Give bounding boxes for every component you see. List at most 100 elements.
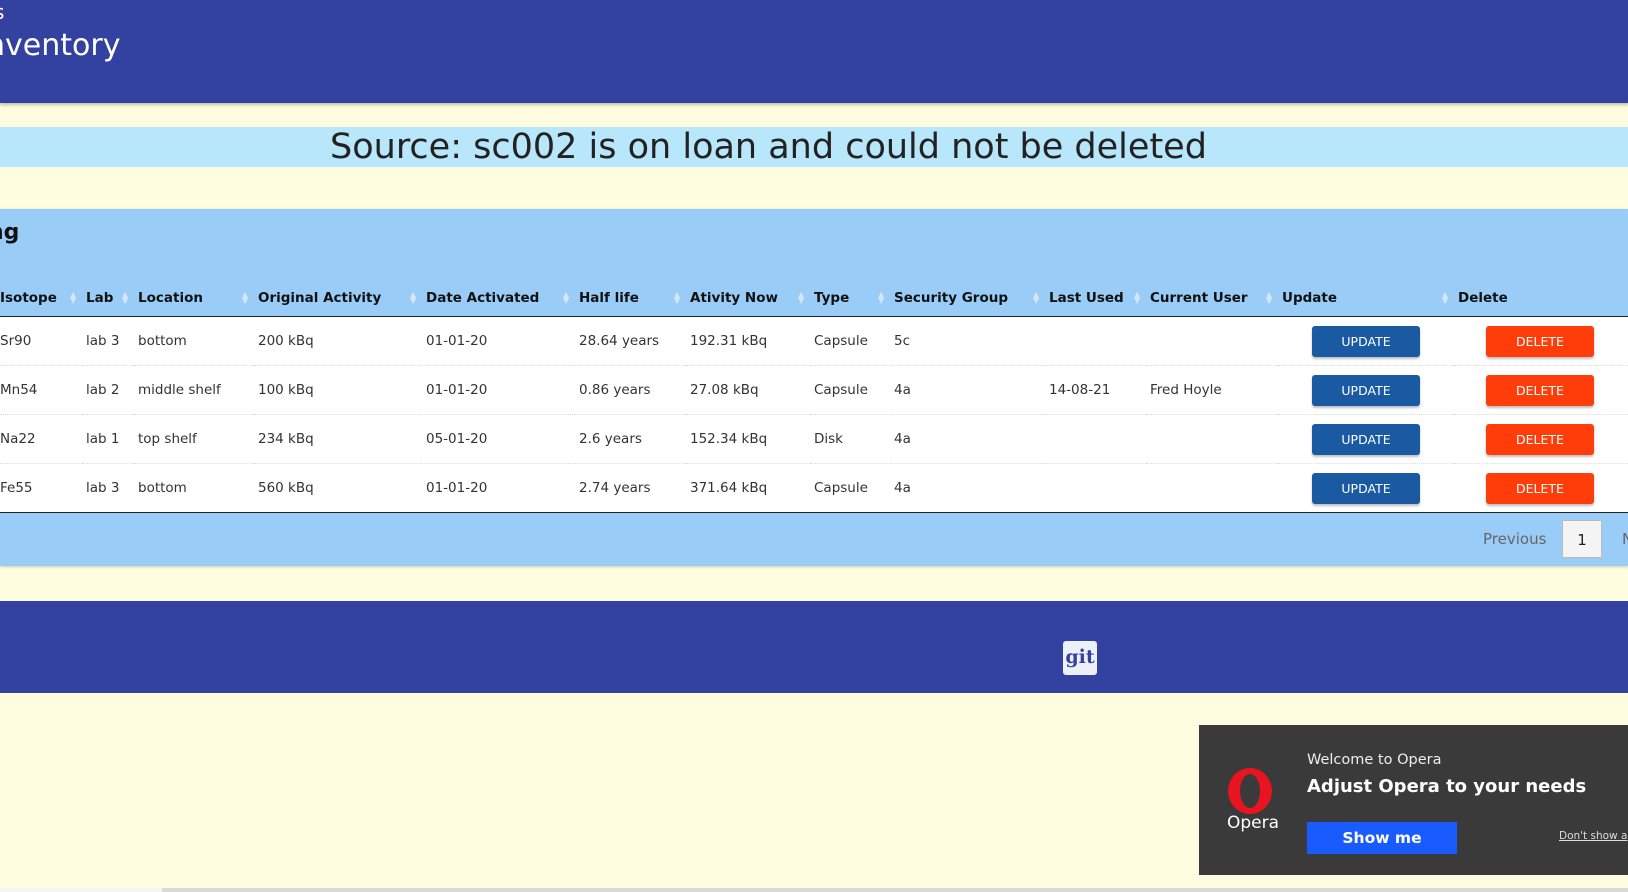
pagination-page-1[interactable]: 1: [1562, 520, 1602, 558]
cell-current-user: Fred Hoyle: [1146, 365, 1278, 415]
cell-update: UPDATE: [1278, 316, 1454, 366]
delete-button[interactable]: DELETE: [1486, 374, 1594, 406]
sort-icon: ▲ ▼: [410, 290, 417, 305]
cell-last-used: [1045, 414, 1146, 464]
cell-isotope: Fe55: [0, 463, 82, 513]
app-footer: git: [0, 601, 1628, 693]
column-header-isotope[interactable]: Isotope ▲ ▼: [0, 280, 82, 317]
git-link[interactable]: git: [1063, 641, 1097, 675]
opera-logo-icon: [1228, 768, 1272, 814]
cell-half-life: 0.86 years: [575, 365, 686, 415]
horizontal-scrollbar[interactable]: [0, 888, 1628, 892]
cell-isotope: Na22: [0, 414, 82, 464]
cell-type: Capsule: [810, 365, 890, 415]
cell-location: bottom: [134, 463, 254, 513]
cell-type: Capsule: [810, 316, 890, 366]
sort-icon: ▲ ▼: [1134, 290, 1141, 305]
cell-security-group: 5c: [890, 316, 1045, 366]
column-header-half-life[interactable]: Half life ▲ ▼: [575, 280, 686, 317]
cell-isotope: Mn54: [0, 365, 82, 415]
sort-icon: ▲ ▼: [1442, 290, 1449, 305]
cell-security-group: 4a: [890, 365, 1045, 415]
opera-welcome-popup: Opera Welcome to Opera Adjust Opera to y…: [1199, 725, 1628, 875]
cell-delete: DELETE: [1454, 365, 1628, 415]
brand-subtitle: s: [0, 2, 4, 22]
cell-type: Capsule: [810, 463, 890, 513]
cell-date-activated: 01-01-20: [422, 316, 575, 366]
column-header-activity-now[interactable]: Ativity Now ▲ ▼: [686, 280, 810, 317]
cell-date-activated: 01-01-20: [422, 365, 575, 415]
cell-location: bottom: [134, 316, 254, 366]
sort-icon: ▲ ▼: [674, 290, 681, 305]
pagination-next[interactable]: N: [1622, 530, 1628, 548]
sort-icon: ▲ ▼: [878, 290, 885, 305]
opera-logo-text: Opera: [1227, 813, 1280, 833]
cell-type: Disk: [810, 414, 890, 464]
table-row: Sr90 lab 3 bottom 200 kBq 01-01-20 28.64…: [0, 316, 1628, 366]
popup-kicker: Welcome to Opera: [1307, 752, 1442, 768]
show-me-button[interactable]: Show me: [1307, 822, 1457, 854]
dont-show-again-link[interactable]: Don't show ag: [1559, 830, 1628, 842]
column-header-last-used[interactable]: Last Used ▲ ▼: [1045, 280, 1146, 317]
update-button[interactable]: UPDATE: [1312, 423, 1420, 455]
sources-table: Isotope ▲ ▼ Lab ▲ ▼ Location ▲ ▼ Original Acti…: [0, 280, 1628, 513]
flash-message-bar: Source: sc002 is on loan and could not b…: [0, 127, 1628, 167]
sort-icon: ▲ ▼: [1033, 290, 1040, 305]
column-header-location[interactable]: Location ▲ ▼: [134, 280, 254, 317]
cell-isotope: Sr90: [0, 316, 82, 366]
cell-update: UPDATE: [1278, 414, 1454, 464]
cell-delete: DELETE: [1454, 316, 1628, 366]
popup-title: Adjust Opera to your needs: [1307, 776, 1587, 797]
cell-security-group: 4a: [890, 414, 1045, 464]
column-header-delete[interactable]: Delete: [1454, 280, 1628, 317]
column-header-original-activity[interactable]: Original Activity ▲ ▼: [254, 280, 422, 317]
cell-lab: lab 3: [82, 316, 134, 366]
cell-lab: lab 3: [82, 463, 134, 513]
cell-current-user: [1146, 414, 1278, 464]
flash-message: Source: sc002 is on loan and could not b…: [330, 127, 1207, 167]
cell-last-used: [1045, 463, 1146, 513]
cell-location: top shelf: [134, 414, 254, 464]
delete-button[interactable]: DELETE: [1486, 423, 1594, 455]
table-row: Fe55 lab 3 bottom 560 kBq 01-01-20 2.74 …: [0, 463, 1628, 513]
cell-activity-now: 371.64 kBq: [686, 463, 810, 513]
table-row: Na22 lab 1 top shelf 234 kBq 05-01-20 2.…: [0, 414, 1628, 464]
column-header-current-user[interactable]: Current User ▲ ▼: [1146, 280, 1278, 317]
update-button[interactable]: UPDATE: [1312, 325, 1420, 357]
cell-lab: lab 2: [82, 365, 134, 415]
column-header-security-group[interactable]: Security Group ▲ ▼: [890, 280, 1045, 317]
sort-icon: ▲ ▼: [563, 290, 570, 305]
cell-last-used: 14-08-21: [1045, 365, 1146, 415]
cell-delete: DELETE: [1454, 463, 1628, 513]
sort-icon: ▲ ▼: [798, 290, 805, 305]
column-header-lab[interactable]: Lab ▲ ▼: [82, 280, 134, 317]
table-header-row: Isotope ▲ ▼ Lab ▲ ▼ Location ▲ ▼ Original Acti…: [0, 280, 1628, 317]
cell-activity-now: 152.34 kBq: [686, 414, 810, 464]
sort-icon: ▲ ▼: [1266, 290, 1273, 305]
update-button[interactable]: UPDATE: [1312, 374, 1420, 406]
delete-button[interactable]: DELETE: [1486, 472, 1594, 504]
sort-icon: ▲ ▼: [242, 290, 249, 305]
scrollbar-thumb[interactable]: [0, 888, 162, 892]
cell-delete: DELETE: [1454, 414, 1628, 464]
cell-current-user: [1146, 463, 1278, 513]
table-row: Mn54 lab 2 middle shelf 100 kBq 01-01-20…: [0, 365, 1628, 415]
column-header-type[interactable]: Type ▲ ▼: [810, 280, 890, 317]
panel-title: ng: [0, 220, 20, 245]
sort-icon: ▲ ▼: [122, 290, 129, 305]
sort-icon: ▲ ▼: [70, 290, 77, 305]
pagination-previous[interactable]: Previous: [1483, 530, 1546, 548]
cell-date-activated: 05-01-20: [422, 414, 575, 464]
pagination: Previous 1 N: [0, 519, 1628, 561]
cell-activity-now: 192.31 kBq: [686, 316, 810, 366]
column-header-date-activated[interactable]: Date Activated ▲ ▼: [422, 280, 575, 317]
cell-original-activity: 100 kBq: [254, 365, 422, 415]
delete-button[interactable]: DELETE: [1486, 325, 1594, 357]
cell-half-life: 2.74 years: [575, 463, 686, 513]
cell-activity-now: 27.08 kBq: [686, 365, 810, 415]
column-header-update[interactable]: Update ▲ ▼: [1278, 280, 1454, 317]
cell-location: middle shelf: [134, 365, 254, 415]
update-button[interactable]: UPDATE: [1312, 472, 1420, 504]
cell-half-life: 28.64 years: [575, 316, 686, 366]
app-title[interactable]: nventory: [0, 27, 120, 65]
